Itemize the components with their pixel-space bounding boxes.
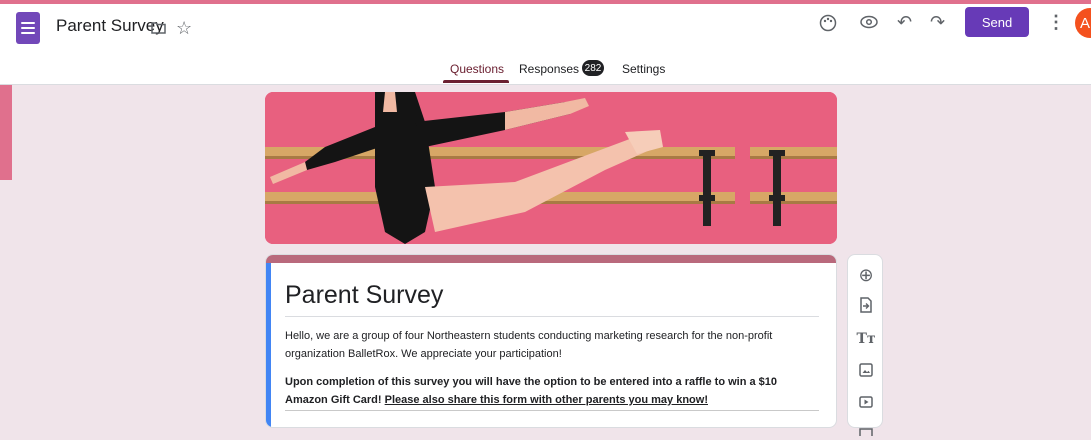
add-video-icon[interactable] <box>848 395 884 412</box>
send-button[interactable]: Send <box>965 7 1029 37</box>
palette-icon[interactable] <box>819 14 837 35</box>
share-text: Please also share this form with other p… <box>384 394 708 406</box>
folder-icon[interactable] <box>151 21 166 38</box>
add-section-icon[interactable] <box>848 423 884 440</box>
preview-icon[interactable] <box>860 14 878 32</box>
star-icon[interactable]: ☆ <box>176 19 192 37</box>
add-image-icon[interactable] <box>848 363 884 381</box>
card-focus-indicator <box>266 263 271 427</box>
undo-icon[interactable]: ↶ <box>897 13 912 31</box>
description-text: Hello, we are a group of four Northeaste… <box>285 330 773 360</box>
description-divider <box>285 410 819 411</box>
document-title[interactable]: Parent Survey <box>56 16 164 36</box>
forms-logo-icon[interactable] <box>16 12 40 44</box>
form-header-card[interactable]: Parent Survey Hello, we are a group of f… <box>265 254 837 428</box>
avatar[interactable]: A <box>1075 8 1091 38</box>
more-options-icon[interactable]: ⋮ <box>1047 13 1065 31</box>
top-app-bar: Parent Survey ☆ ↶ ↷ Send ⋮ A Questions R… <box>0 0 1091 85</box>
tab-responses[interactable]: Responses <box>519 62 579 76</box>
card-accent-bar <box>266 255 836 263</box>
title-divider <box>285 316 819 317</box>
floating-toolbar: ⊕ Tт <box>847 254 884 438</box>
tab-questions[interactable]: Questions <box>450 62 504 76</box>
header-banner-image <box>265 92 837 244</box>
tab-settings[interactable]: Settings <box>622 62 665 76</box>
form-description[interactable]: Hello, we are a group of four Northeaste… <box>285 327 819 419</box>
redo-icon[interactable]: ↷ <box>930 13 945 31</box>
import-questions-icon[interactable] <box>848 297 884 317</box>
add-title-icon[interactable]: Tт <box>848 331 884 347</box>
responses-count-badge: 282 <box>582 60 604 76</box>
active-tab-indicator <box>443 80 509 83</box>
tab-bar: Questions Responses 282 Settings <box>0 60 1091 84</box>
form-title[interactable]: Parent Survey <box>285 281 443 310</box>
top-accent-bar <box>0 0 1091 4</box>
raffle-paragraph: Upon completion of this survey you will … <box>285 373 819 409</box>
add-question-icon[interactable]: ⊕ <box>848 265 884 286</box>
